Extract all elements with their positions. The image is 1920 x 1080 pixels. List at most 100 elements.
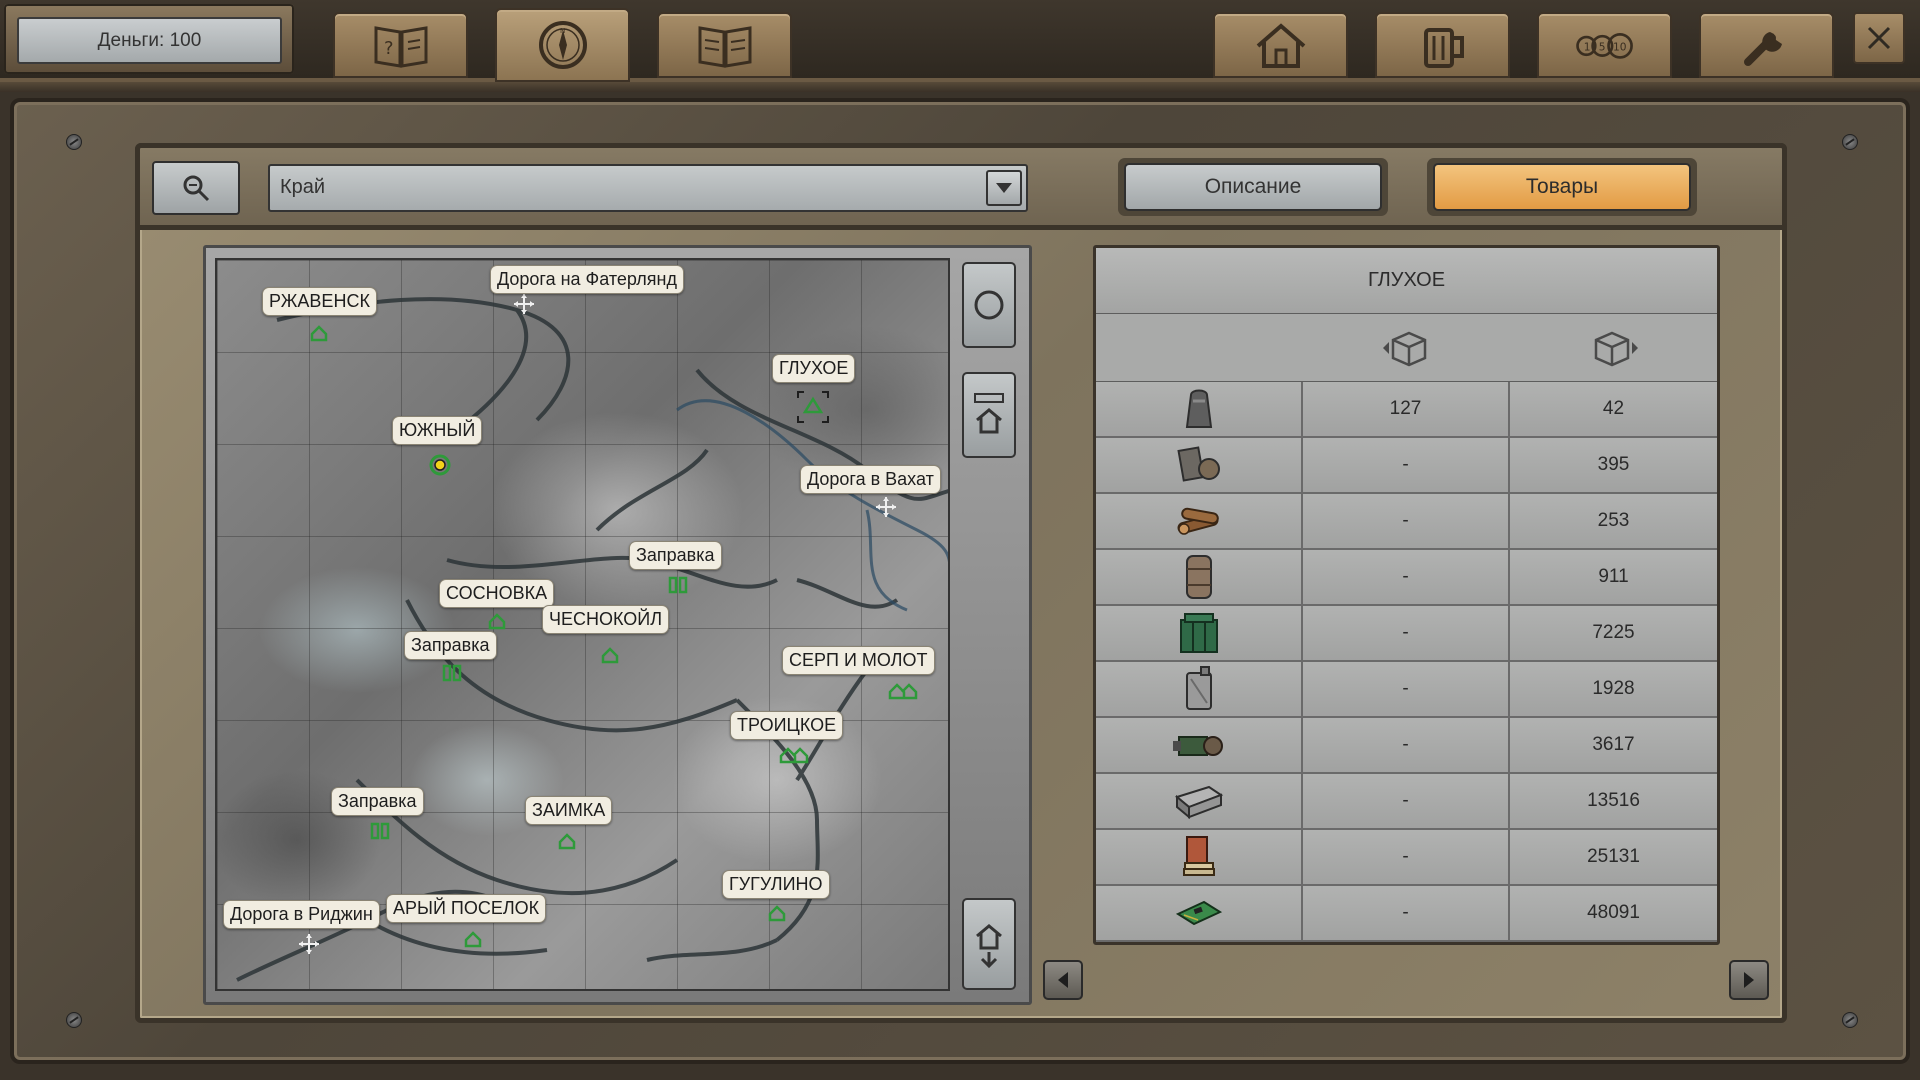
coins-button[interactable]: 1 5 10 [1537, 12, 1672, 78]
tab-quests[interactable]: ? [333, 12, 468, 78]
map-center-button[interactable] [962, 262, 1016, 348]
goods-location-title: ГЛУХОЕ [1096, 248, 1717, 314]
close-button[interactable] [1853, 12, 1905, 64]
player-marker-icon[interactable] [428, 453, 452, 477]
svg-text:5: 5 [1598, 40, 1605, 53]
map-label-gas-station[interactable]: Заправка [629, 541, 722, 570]
goods-row[interactable]: - 48091 [1096, 886, 1717, 942]
region-dropdown-button[interactable] [986, 170, 1022, 206]
road-exit-icon[interactable] [875, 496, 897, 518]
goods-buy-price: - [1303, 550, 1510, 604]
money-frame: Деньги: 100 [4, 4, 294, 74]
close-icon [1867, 26, 1891, 50]
screw-decoration [66, 134, 82, 150]
gas-station-icon[interactable] [668, 576, 688, 594]
quest-book-icon: ? [374, 26, 427, 68]
wrench-icon [1743, 32, 1782, 66]
goods-sell-price: 253 [1597, 510, 1630, 531]
road-exit-icon[interactable] [513, 293, 535, 315]
map-label-town[interactable]: АРЫЙ ПОСЕЛОК [386, 894, 547, 923]
goods-row[interactable]: - 1928 [1096, 662, 1717, 718]
region-select-value: Край [280, 176, 326, 198]
goods-row[interactable]: - 25131 [1096, 830, 1717, 886]
home-button[interactable] [1213, 12, 1348, 78]
tab-map[interactable]: N [495, 8, 630, 82]
goods-header-sell [1510, 314, 1717, 381]
screw-decoration [1842, 1012, 1858, 1028]
goods-row[interactable]: - 7225 [1096, 606, 1717, 662]
goods-row[interactable]: - 13516 [1096, 774, 1717, 830]
town-marker-icon[interactable] [779, 744, 809, 764]
map-label-town[interactable]: ГЛУХОЕ [772, 354, 856, 383]
box-arrow-left-icon [1382, 331, 1426, 366]
gas-station-icon[interactable] [442, 664, 462, 682]
goods-item-cell [1096, 662, 1303, 716]
town-marker-icon[interactable] [488, 612, 506, 630]
current-town-marker-icon[interactable] [796, 390, 830, 424]
town-marker-icon[interactable] [558, 832, 576, 850]
goods-item-cell [1096, 382, 1303, 436]
tavern-button[interactable] [1375, 12, 1510, 78]
gas-station-icon[interactable] [370, 822, 390, 840]
screw-decoration [1842, 134, 1858, 150]
engine-icon [1172, 736, 1223, 756]
goods-row[interactable]: - 3617 [1096, 718, 1717, 774]
map-label-town[interactable]: ТРОИЦКОЕ [730, 711, 844, 740]
circuit-board-icon [1175, 900, 1222, 926]
map-label-gas-station[interactable]: Заправка [331, 787, 424, 816]
arrow-left-icon [1058, 972, 1068, 988]
map-home-button[interactable] [962, 372, 1016, 458]
map-label-road[interactable]: Дорога в Риджин [223, 900, 380, 929]
goods-row[interactable]: - 253 [1096, 494, 1717, 550]
journal-book-icon [698, 26, 751, 68]
top-bar: Деньги: 100 ? N 1 5 10 [0, 0, 1920, 92]
goods-sell-price: 3617 [1592, 734, 1635, 755]
goods-button[interactable]: Товары [1433, 163, 1691, 211]
scroll-left-button[interactable] [1043, 960, 1083, 1000]
goods-header-item [1096, 314, 1303, 381]
map-label-road[interactable]: Дорога на Фатерлянд [490, 265, 684, 294]
map-label-gas-station[interactable]: Заправка [404, 631, 497, 660]
home-arrow-down-icon [976, 924, 1002, 969]
map-label-town[interactable]: ЮЖНЫЙ [392, 416, 483, 445]
search-button[interactable] [152, 161, 240, 215]
goods-buy-price: - [1303, 606, 1510, 660]
description-button[interactable]: Описание [1124, 163, 1382, 211]
town-marker-icon[interactable] [310, 324, 328, 342]
goods-row[interactable]: 127 42 [1096, 382, 1717, 438]
town-marker-icon[interactable] [768, 904, 786, 922]
map-label-town[interactable]: ЗАИМКА [525, 796, 613, 825]
circle-icon [974, 290, 1004, 320]
goods-row[interactable]: - 395 [1096, 438, 1717, 494]
town-marker-icon[interactable] [464, 930, 482, 948]
svg-text:10: 10 [1612, 40, 1626, 53]
map-label-town[interactable]: СЕРП И МОЛОТ [782, 646, 935, 675]
region-map[interactable]: РЖАВЕНСК Дорога на Фатерлянд ГЛУХОЕ ЮЖНЫ… [215, 258, 950, 991]
map-label-town[interactable]: СОСНОВКА [439, 579, 555, 608]
road-exit-icon[interactable] [298, 933, 320, 955]
tab-journal[interactable] [657, 12, 792, 78]
town-marker-icon[interactable] [601, 646, 619, 664]
goods-sell-price: 42 [1602, 398, 1625, 419]
region-select[interactable]: Край [268, 164, 1028, 212]
town-marker-icon[interactable] [888, 680, 918, 700]
goods-row[interactable]: - 911 [1096, 550, 1717, 606]
map-label-town[interactable]: ГУГУЛИНО [722, 870, 830, 899]
goods-header-buy [1303, 314, 1510, 381]
goods-sell-price: 7225 [1592, 622, 1635, 643]
goods-item-cell [1096, 830, 1303, 884]
map-label-town[interactable]: ЧЕСНОКОЙЛ [542, 605, 670, 634]
money-display: Деньги: 100 [17, 17, 282, 64]
arrow-right-icon [1744, 972, 1754, 988]
settings-button[interactable] [1699, 12, 1834, 78]
goods-sell-price: 1928 [1592, 678, 1635, 699]
goods-item-cell [1096, 606, 1303, 660]
map-home-down-button[interactable] [962, 898, 1016, 990]
map-label-town[interactable]: РЖАВЕНСК [262, 287, 377, 316]
firewood-icon [1177, 507, 1219, 535]
goods-buy-price: - [1303, 662, 1510, 716]
scroll-right-button[interactable] [1729, 960, 1769, 1000]
svg-text:1: 1 [1583, 40, 1590, 53]
map-label-road[interactable]: Дорога в Вахат [800, 465, 941, 494]
svg-text:N: N [560, 27, 565, 35]
